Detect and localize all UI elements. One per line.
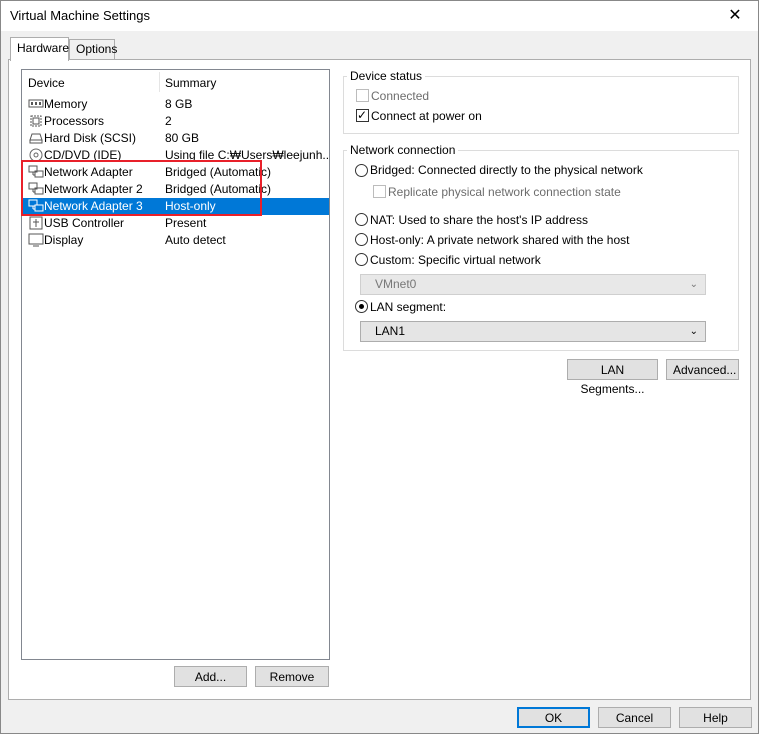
device-name: Memory bbox=[44, 97, 88, 111]
nat-label: NAT: Used to share the host's IP address bbox=[370, 213, 588, 227]
device-summary: Auto detect bbox=[165, 233, 226, 247]
title-bar: Virtual Machine Settings ✕ bbox=[1, 1, 758, 31]
device-name: CD/DVD (IDE) bbox=[44, 148, 122, 162]
cancel-button[interactable]: Cancel bbox=[598, 707, 671, 728]
lan-segment-select-value: LAN1 bbox=[375, 324, 406, 338]
device-summary: Bridged (Automatic) bbox=[165, 165, 272, 179]
host-only-radio[interactable] bbox=[355, 233, 368, 246]
display-icon bbox=[28, 233, 44, 247]
network-connection-title: Network connection bbox=[347, 143, 459, 157]
close-icon[interactable]: ✕ bbox=[712, 1, 758, 31]
bridged-radio[interactable] bbox=[355, 164, 368, 177]
device-name: Network Adapter bbox=[44, 165, 133, 179]
device-row-processors[interactable]: Processors 2 bbox=[22, 113, 329, 130]
connected-checkbox[interactable] bbox=[356, 89, 369, 102]
device-summary: Using file C:₩Users₩leejunh... bbox=[165, 148, 328, 162]
custom-radio[interactable] bbox=[355, 253, 368, 266]
device-row-hard-disk[interactable]: Hard Disk (SCSI) 80 GB bbox=[22, 130, 329, 147]
device-summary: 2 bbox=[165, 114, 172, 128]
custom-label: Custom: Specific virtual network bbox=[370, 253, 541, 267]
remove-button[interactable]: Remove bbox=[255, 666, 329, 687]
add-button[interactable]: Add... bbox=[174, 666, 247, 687]
vmnet-select-value: VMnet0 bbox=[375, 277, 417, 291]
device-row-usb-controller[interactable]: USB Controller Present bbox=[22, 215, 329, 232]
network-adapter-icon bbox=[28, 165, 44, 178]
chevron-down-icon: ⌄ bbox=[689, 279, 698, 290]
device-summary: Present bbox=[165, 216, 207, 230]
lan-segment-radio[interactable] bbox=[355, 300, 368, 313]
processor-icon bbox=[30, 115, 42, 127]
chevron-down-icon: ⌄ bbox=[689, 326, 698, 337]
device-row-display[interactable]: Display Auto detect bbox=[22, 232, 329, 249]
bridged-label: Bridged: Connected directly to the physi… bbox=[370, 163, 643, 177]
vmnet-select[interactable]: VMnet0 ⌄ bbox=[360, 274, 706, 295]
advanced-button[interactable]: Advanced... bbox=[666, 359, 739, 380]
summary-column-header[interactable]: Summary bbox=[165, 76, 216, 90]
device-row-memory[interactable]: Memory 8 GB bbox=[22, 96, 329, 113]
device-summary: 80 GB bbox=[165, 131, 200, 145]
device-status-title: Device status bbox=[347, 69, 426, 83]
device-name: Processors bbox=[44, 114, 105, 128]
tab-options[interactable]: Options bbox=[69, 39, 117, 59]
lan-segments-button[interactable]: LAN Segments... bbox=[567, 359, 658, 396]
device-summary: 8 GB bbox=[165, 97, 193, 111]
device-row-network-adapter[interactable]: Network Adapter Bridged (Automatic) bbox=[22, 164, 329, 181]
device-row-network-adapter-3[interactable]: Network Adapter 3 Host-only bbox=[22, 198, 329, 215]
device-row-network-adapter-2[interactable]: Network Adapter 2 Bridged (Automatic) bbox=[22, 181, 329, 198]
usb-controller-icon bbox=[29, 216, 43, 230]
connected-label: Connected bbox=[371, 89, 430, 103]
virtual-machine-settings-window: Virtual Machine Settings ✕ Hardware Opti… bbox=[0, 0, 759, 734]
window-title: Virtual Machine Settings bbox=[10, 8, 150, 23]
device-list[interactable]: Device Summary Memory 8 GB Processors 2 … bbox=[21, 69, 330, 660]
host-only-label: Host-only: A private network shared with… bbox=[370, 233, 630, 247]
device-name: Network Adapter 2 bbox=[44, 182, 143, 196]
replicate-label: Replicate physical network connection st… bbox=[388, 185, 621, 199]
network-adapter-icon bbox=[28, 182, 44, 195]
help-button[interactable]: Help bbox=[679, 707, 752, 728]
device-summary: Bridged (Automatic) bbox=[165, 182, 272, 196]
connect-at-power-on-label: Connect at power on bbox=[371, 109, 482, 123]
tab-hardware[interactable]: Hardware bbox=[10, 37, 69, 61]
cd-dvd-icon bbox=[29, 148, 43, 162]
device-list-header: Device Summary bbox=[22, 70, 329, 94]
hard-disk-icon bbox=[29, 133, 43, 144]
device-summary: Host-only bbox=[165, 199, 216, 213]
network-adapter-icon bbox=[28, 199, 44, 212]
device-row-cd-dvd[interactable]: CD/DVD (IDE) Using file C:₩Users₩leejunh… bbox=[22, 147, 329, 164]
device-column-header[interactable]: Device bbox=[28, 76, 65, 90]
radio-selected-dot bbox=[359, 304, 364, 309]
device-name: Hard Disk (SCSI) bbox=[44, 131, 137, 145]
ok-button[interactable]: OK bbox=[517, 707, 590, 728]
memory-icon bbox=[28, 99, 44, 108]
replicate-checkbox[interactable] bbox=[373, 185, 386, 198]
device-name: Display bbox=[44, 233, 84, 247]
column-separator bbox=[159, 72, 160, 92]
device-name: USB Controller bbox=[44, 216, 125, 230]
nat-radio[interactable] bbox=[355, 213, 368, 226]
lan-segment-label: LAN segment: bbox=[370, 300, 447, 314]
device-status-group bbox=[343, 76, 739, 134]
checkmark-icon: ✓ bbox=[357, 108, 368, 122]
device-name: Network Adapter 3 bbox=[44, 199, 143, 213]
connect-at-power-on-checkbox[interactable]: ✓ bbox=[356, 108, 369, 122]
lan-segment-select[interactable]: LAN1 ⌄ bbox=[360, 321, 706, 342]
